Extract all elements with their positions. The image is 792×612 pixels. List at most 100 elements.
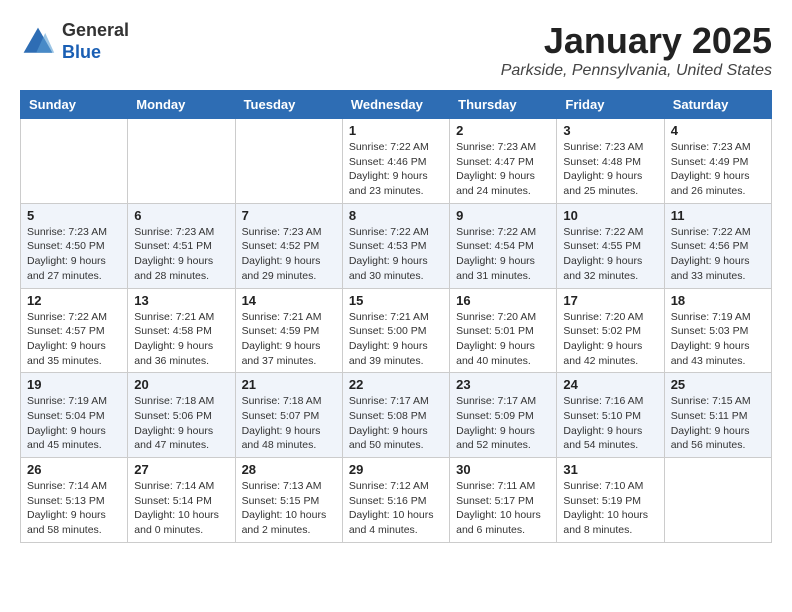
day-info: Sunrise: 7:21 AM Sunset: 4:59 PM Dayligh… xyxy=(242,310,336,369)
day-info: Sunrise: 7:18 AM Sunset: 5:07 PM Dayligh… xyxy=(242,394,336,453)
week-row-1: 1 Sunrise: 7:22 AM Sunset: 4:46 PM Daylig… xyxy=(21,119,772,204)
calendar-cell: 18 Sunrise: 7:19 AM Sunset: 5:03 PM Dayli… xyxy=(664,288,771,373)
day-info: Sunrise: 7:22 AM Sunset: 4:57 PM Dayligh… xyxy=(27,310,121,369)
day-number: 19 xyxy=(27,377,121,392)
day-info: Sunrise: 7:23 AM Sunset: 4:51 PM Dayligh… xyxy=(134,225,228,284)
week-row-4: 19 Sunrise: 7:19 AM Sunset: 5:04 PM Dayli… xyxy=(21,373,772,458)
calendar-cell: 27 Sunrise: 7:14 AM Sunset: 5:14 PM Dayli… xyxy=(128,458,235,543)
day-number: 20 xyxy=(134,377,228,392)
day-number: 12 xyxy=(27,293,121,308)
calendar-cell: 15 Sunrise: 7:21 AM Sunset: 5:00 PM Dayli… xyxy=(342,288,449,373)
calendar-cell: 30Sunrise: 7:11 AM Sunset: 5:17 PM Dayli… xyxy=(450,458,557,543)
day-info: Sunrise: 7:19 AM Sunset: 5:03 PM Dayligh… xyxy=(671,310,765,369)
calendar-cell: 23 Sunrise: 7:17 AM Sunset: 5:09 PM Dayli… xyxy=(450,373,557,458)
calendar-cell: 10 Sunrise: 7:22 AM Sunset: 4:55 PM Dayli… xyxy=(557,203,664,288)
day-number: 22 xyxy=(349,377,443,392)
location: Parkside, Pennsylvania, United States xyxy=(501,62,772,80)
calendar-cell xyxy=(235,119,342,204)
calendar-cell: 7 Sunrise: 7:23 AM Sunset: 4:52 PM Daylig… xyxy=(235,203,342,288)
calendar-body: 1 Sunrise: 7:22 AM Sunset: 4:46 PM Daylig… xyxy=(21,119,772,543)
day-info: Sunrise: 7:13 AM Sunset: 5:15 PM Dayligh… xyxy=(242,479,336,538)
day-number: 2 xyxy=(456,123,550,138)
day-info: Sunrise: 7:21 AM Sunset: 5:00 PM Dayligh… xyxy=(349,310,443,369)
calendar-cell: 4Sunrise: 7:23 AM Sunset: 4:49 PM Daylig… xyxy=(664,119,771,204)
calendar-cell: 24 Sunrise: 7:16 AM Sunset: 5:10 PM Dayli… xyxy=(557,373,664,458)
day-number: 13 xyxy=(134,293,228,308)
day-number: 10 xyxy=(563,208,657,223)
day-number: 25 xyxy=(671,377,765,392)
day-number: 1 xyxy=(349,123,443,138)
day-number: 3 xyxy=(563,123,657,138)
day-number: 31 xyxy=(563,462,657,477)
day-info: Sunrise: 7:20 AM Sunset: 5:02 PM Dayligh… xyxy=(563,310,657,369)
calendar-cell: 3Sunrise: 7:23 AM Sunset: 4:48 PM Daylig… xyxy=(557,119,664,204)
day-number: 23 xyxy=(456,377,550,392)
day-number: 17 xyxy=(563,293,657,308)
day-number: 15 xyxy=(349,293,443,308)
day-info: Sunrise: 7:22 AM Sunset: 4:46 PM Dayligh… xyxy=(349,140,443,199)
day-number: 8 xyxy=(349,208,443,223)
title-area: January 2025 Parkside, Pennsylvania, Uni… xyxy=(501,20,772,80)
calendar-cell xyxy=(21,119,128,204)
day-info: Sunrise: 7:17 AM Sunset: 5:08 PM Dayligh… xyxy=(349,394,443,453)
day-info: Sunrise: 7:14 AM Sunset: 5:14 PM Dayligh… xyxy=(134,479,228,538)
day-info: Sunrise: 7:15 AM Sunset: 5:11 PM Dayligh… xyxy=(671,394,765,453)
day-info: Sunrise: 7:23 AM Sunset: 4:50 PM Dayligh… xyxy=(27,225,121,284)
day-info: Sunrise: 7:19 AM Sunset: 5:04 PM Dayligh… xyxy=(27,394,121,453)
week-row-5: 26 Sunrise: 7:14 AM Sunset: 5:13 PM Dayli… xyxy=(21,458,772,543)
day-number: 5 xyxy=(27,208,121,223)
day-number: 27 xyxy=(134,462,228,477)
week-row-3: 12 Sunrise: 7:22 AM Sunset: 4:57 PM Dayli… xyxy=(21,288,772,373)
day-number: 11 xyxy=(671,208,765,223)
day-number: 21 xyxy=(242,377,336,392)
calendar-cell: 6 Sunrise: 7:23 AM Sunset: 4:51 PM Daylig… xyxy=(128,203,235,288)
calendar-cell: 1 Sunrise: 7:22 AM Sunset: 4:46 PM Daylig… xyxy=(342,119,449,204)
day-info: Sunrise: 7:17 AM Sunset: 5:09 PM Dayligh… xyxy=(456,394,550,453)
logo-icon xyxy=(20,24,56,60)
calendar-cell: 22 Sunrise: 7:17 AM Sunset: 5:08 PM Dayli… xyxy=(342,373,449,458)
day-info: Sunrise: 7:22 AM Sunset: 4:54 PM Dayligh… xyxy=(456,225,550,284)
weekday-tuesday: Tuesday xyxy=(235,91,342,119)
calendar-cell: 20Sunrise: 7:18 AM Sunset: 5:06 PM Dayli… xyxy=(128,373,235,458)
day-info: Sunrise: 7:14 AM Sunset: 5:13 PM Dayligh… xyxy=(27,479,121,538)
day-number: 26 xyxy=(27,462,121,477)
day-number: 29 xyxy=(349,462,443,477)
day-info: Sunrise: 7:22 AM Sunset: 4:53 PM Dayligh… xyxy=(349,225,443,284)
weekday-saturday: Saturday xyxy=(664,91,771,119)
calendar-table: SundayMondayTuesdayWednesdayThursdayFrid… xyxy=(20,90,772,543)
weekday-wednesday: Wednesday xyxy=(342,91,449,119)
day-info: Sunrise: 7:22 AM Sunset: 4:55 PM Dayligh… xyxy=(563,225,657,284)
day-info: Sunrise: 7:11 AM Sunset: 5:17 PM Dayligh… xyxy=(456,479,550,538)
calendar-cell: 19 Sunrise: 7:19 AM Sunset: 5:04 PM Dayli… xyxy=(21,373,128,458)
calendar-cell: 21 Sunrise: 7:18 AM Sunset: 5:07 PM Dayli… xyxy=(235,373,342,458)
day-number: 14 xyxy=(242,293,336,308)
calendar-cell: 8 Sunrise: 7:22 AM Sunset: 4:53 PM Daylig… xyxy=(342,203,449,288)
day-number: 6 xyxy=(134,208,228,223)
calendar-cell: 31 Sunrise: 7:10 AM Sunset: 5:19 PM Dayli… xyxy=(557,458,664,543)
day-info: Sunrise: 7:23 AM Sunset: 4:47 PM Dayligh… xyxy=(456,140,550,199)
weekday-sunday: Sunday xyxy=(21,91,128,119)
calendar-cell xyxy=(128,119,235,204)
calendar-cell: 9Sunrise: 7:22 AM Sunset: 4:54 PM Daylig… xyxy=(450,203,557,288)
day-number: 28 xyxy=(242,462,336,477)
page-header: General Blue January 2025 Parkside, Penn… xyxy=(20,20,772,80)
day-info: Sunrise: 7:16 AM Sunset: 5:10 PM Dayligh… xyxy=(563,394,657,453)
day-info: Sunrise: 7:23 AM Sunset: 4:49 PM Dayligh… xyxy=(671,140,765,199)
weekday-friday: Friday xyxy=(557,91,664,119)
day-info: Sunrise: 7:12 AM Sunset: 5:16 PM Dayligh… xyxy=(349,479,443,538)
day-info: Sunrise: 7:10 AM Sunset: 5:19 PM Dayligh… xyxy=(563,479,657,538)
weekday-monday: Monday xyxy=(128,91,235,119)
day-number: 24 xyxy=(563,377,657,392)
day-number: 16 xyxy=(456,293,550,308)
day-info: Sunrise: 7:20 AM Sunset: 5:01 PM Dayligh… xyxy=(456,310,550,369)
calendar-cell: 5 Sunrise: 7:23 AM Sunset: 4:50 PM Daylig… xyxy=(21,203,128,288)
day-number: 7 xyxy=(242,208,336,223)
calendar-cell: 12 Sunrise: 7:22 AM Sunset: 4:57 PM Dayli… xyxy=(21,288,128,373)
calendar-cell: 13Sunrise: 7:21 AM Sunset: 4:58 PM Dayli… xyxy=(128,288,235,373)
calendar-cell: 11Sunrise: 7:22 AM Sunset: 4:56 PM Dayli… xyxy=(664,203,771,288)
calendar-cell: 25 Sunrise: 7:15 AM Sunset: 5:11 PM Dayli… xyxy=(664,373,771,458)
day-number: 18 xyxy=(671,293,765,308)
calendar-cell: 16 Sunrise: 7:20 AM Sunset: 5:01 PM Dayli… xyxy=(450,288,557,373)
logo-text: General Blue xyxy=(62,20,129,63)
day-info: Sunrise: 7:23 AM Sunset: 4:52 PM Dayligh… xyxy=(242,225,336,284)
